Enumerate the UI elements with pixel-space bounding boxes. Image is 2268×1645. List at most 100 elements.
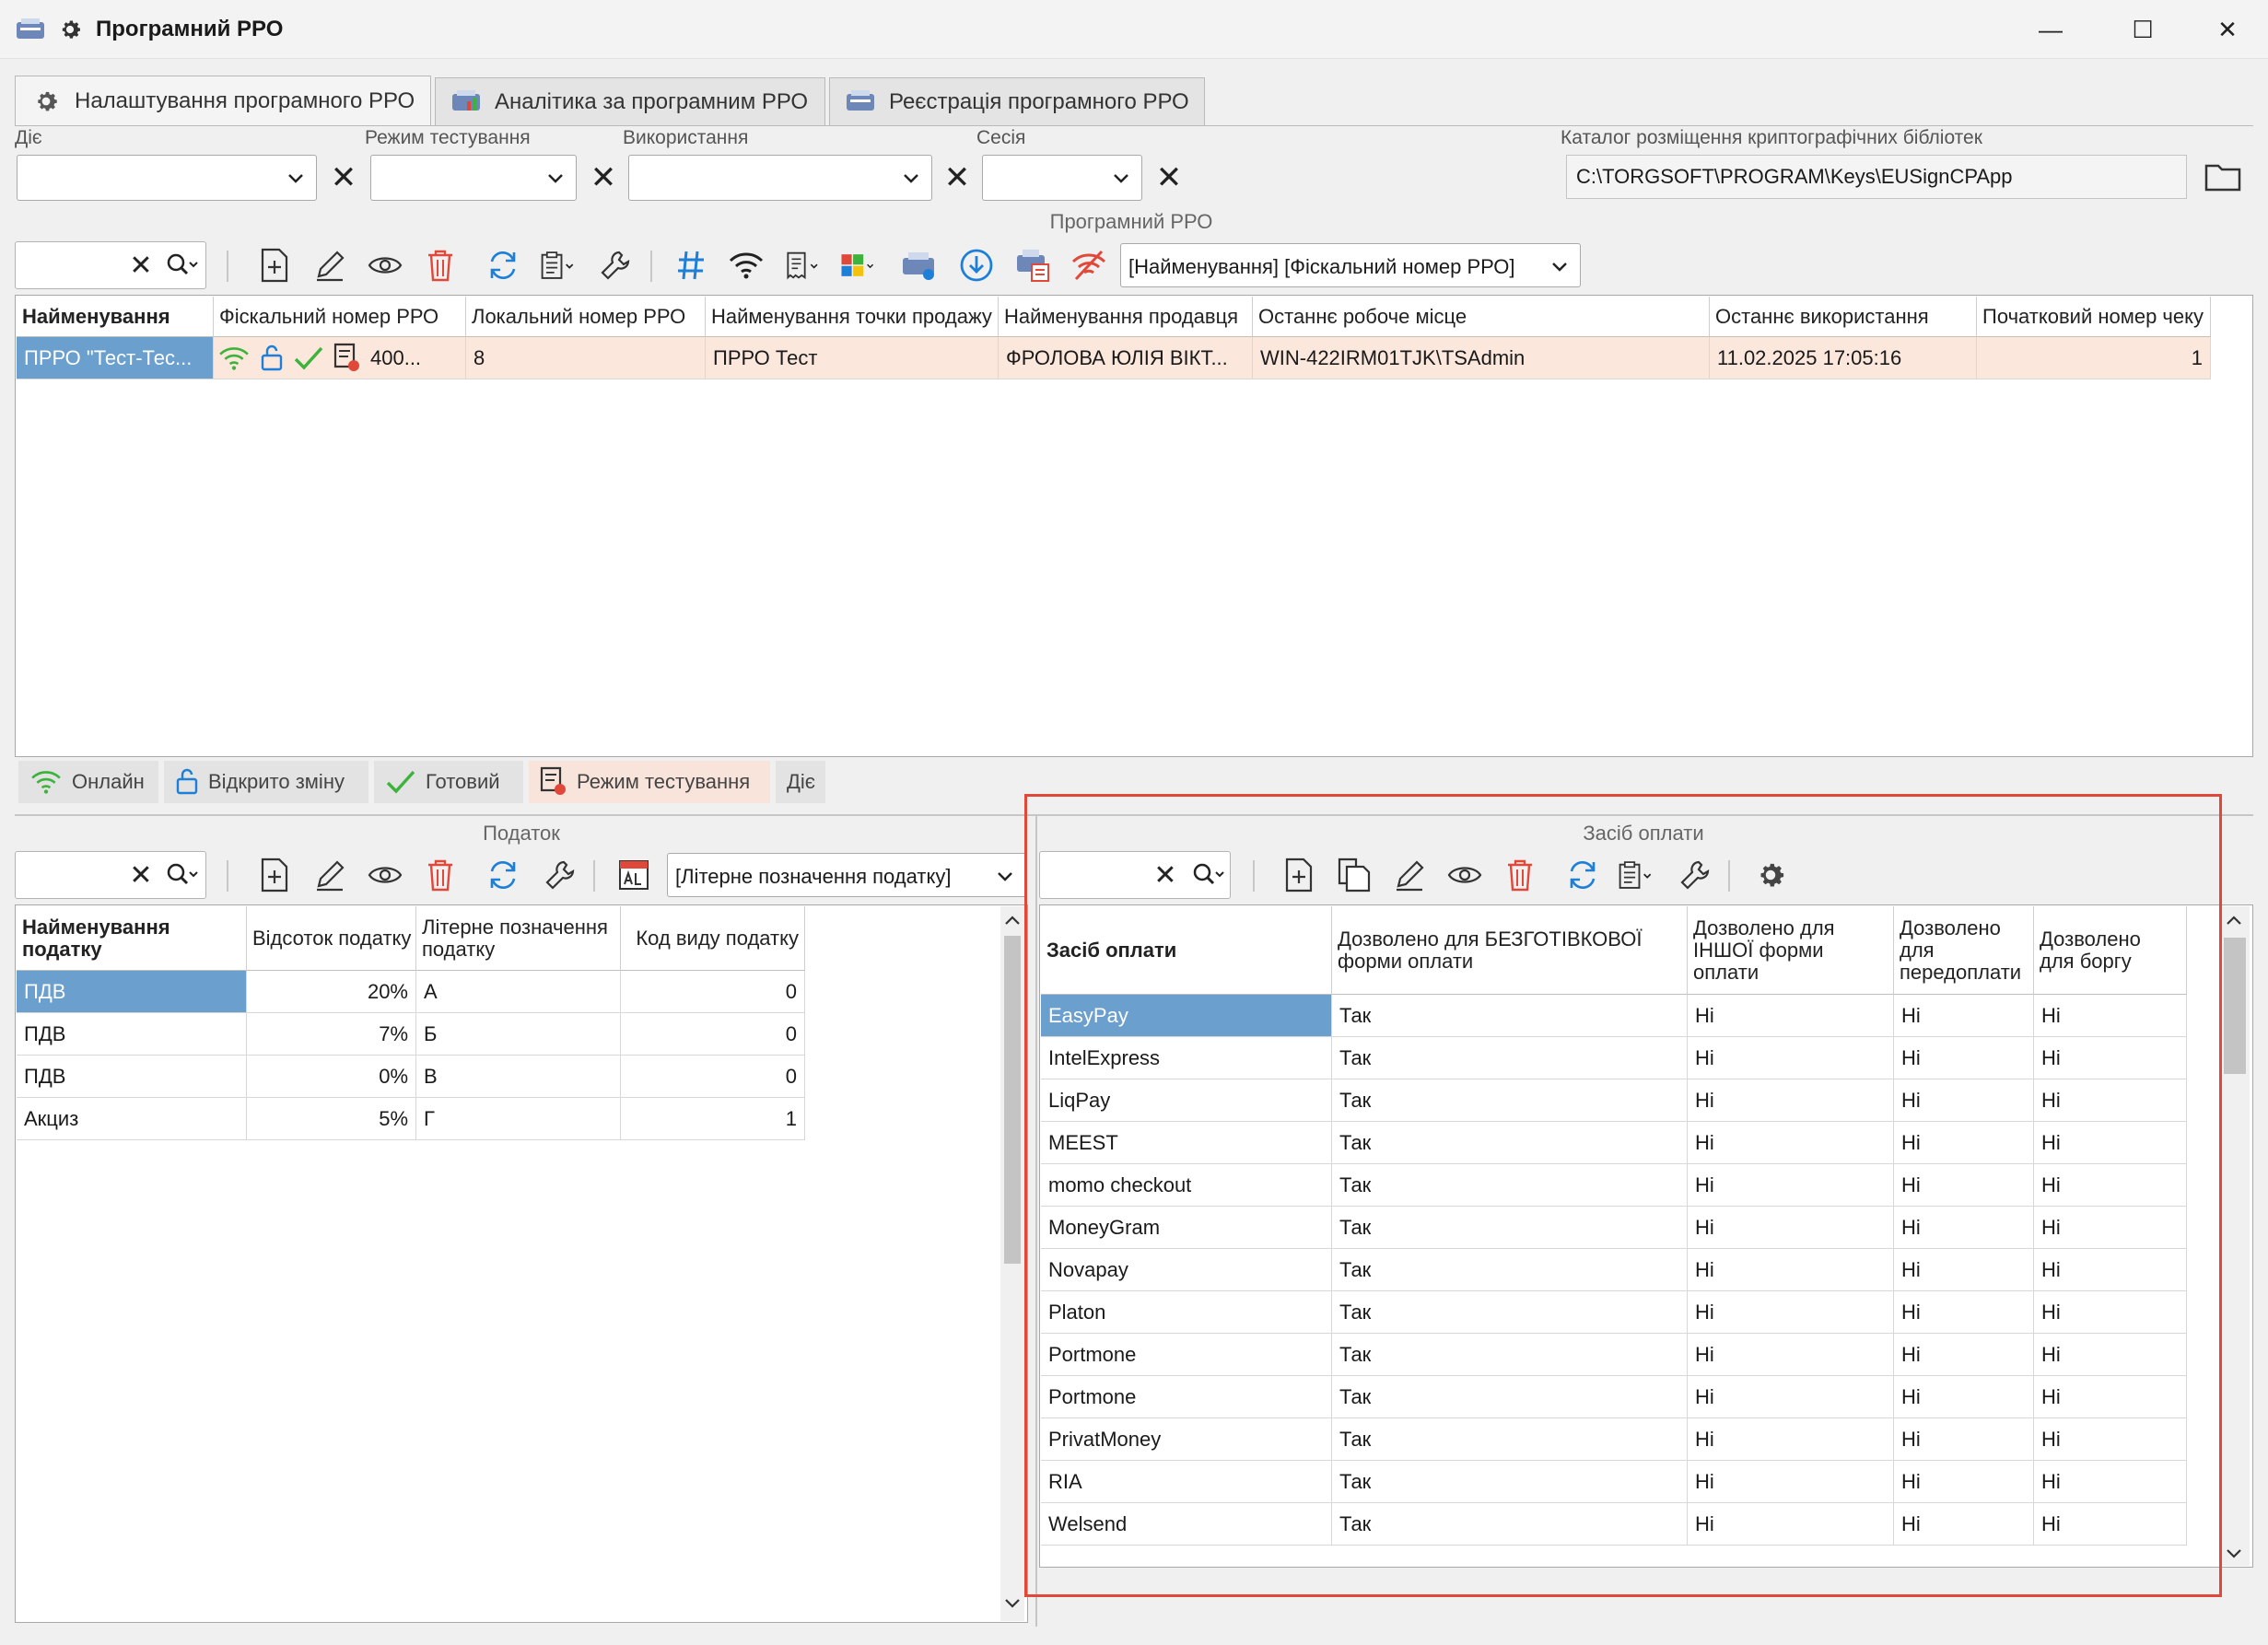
table-row-cell-debt[interactable]: Ні bbox=[2034, 1418, 2187, 1461]
table-row-cell-cashless[interactable]: Так bbox=[1332, 1164, 1688, 1207]
table-row-cell-payment-name[interactable]: Portmone bbox=[1041, 1376, 1332, 1418]
usage-filter-combo[interactable] bbox=[628, 155, 932, 201]
status-filter-combo[interactable] bbox=[17, 155, 317, 201]
table-row-cell-payment-name[interactable]: Portmone bbox=[1041, 1334, 1332, 1376]
receipt-menu-icon[interactable] bbox=[785, 247, 822, 284]
chevron-up-icon[interactable] bbox=[1002, 910, 1023, 934]
col-header-tax-pct[interactable]: Відсоток податку bbox=[247, 906, 416, 971]
table-row-cell-other[interactable]: Ні bbox=[1688, 1037, 1894, 1079]
table-row-cell-prepay[interactable]: Ні bbox=[1894, 1207, 2034, 1249]
table-row-cell-tax-name[interactable]: Акциз bbox=[17, 1098, 247, 1140]
table-row-cell-tax-pct[interactable]: 5% bbox=[247, 1098, 416, 1140]
table-row-cell-debt[interactable]: Ні bbox=[2034, 1334, 2187, 1376]
table-row-cell-other[interactable]: Ні bbox=[1688, 1376, 1894, 1418]
table-row-cell-prepay[interactable]: Ні bbox=[1894, 1418, 2034, 1461]
table-row-cell-start-receipt[interactable]: 1 bbox=[1977, 337, 2211, 379]
table-row-cell-payment-name[interactable]: momo checkout bbox=[1041, 1164, 1332, 1207]
table-row-cell-other[interactable]: Ні bbox=[1688, 1122, 1894, 1164]
table-row-cell-other[interactable]: Ні bbox=[1688, 1079, 1894, 1122]
col-header-debt[interactable]: Дозволено для боргу bbox=[2034, 906, 2187, 995]
wifi-off-icon[interactable] bbox=[1070, 247, 1107, 284]
search-icon[interactable] bbox=[164, 247, 201, 284]
table-row-cell-payment-name[interactable]: Novapay bbox=[1041, 1249, 1332, 1291]
col-header-name[interactable]: Найменування bbox=[17, 297, 214, 337]
table-row-cell-cashless[interactable]: Так bbox=[1332, 1249, 1688, 1291]
table-row-cell-other[interactable]: Ні bbox=[1688, 1207, 1894, 1249]
table-row-cell-tax-pct[interactable]: 0% bbox=[247, 1056, 416, 1098]
table-row-cell-cashless[interactable]: Так bbox=[1332, 1122, 1688, 1164]
search-icon[interactable] bbox=[164, 857, 201, 893]
table-row-cell-tax-code[interactable]: 0 bbox=[621, 1056, 805, 1098]
table-row-cell-workplace[interactable]: WIN-422IRM01TJK\TSAdmin bbox=[1253, 337, 1710, 379]
printer-report-icon[interactable] bbox=[1015, 247, 1052, 284]
col-header-other[interactable]: Дозволено для ІНШОЇ форми оплати bbox=[1688, 906, 1894, 995]
add-document-icon[interactable] bbox=[256, 857, 293, 893]
gear-icon[interactable] bbox=[1752, 857, 1789, 893]
clear-test-mode-button[interactable]: ✕ bbox=[588, 155, 619, 201]
table-row-cell-cashless[interactable]: Так bbox=[1332, 1461, 1688, 1503]
clear-status-button[interactable]: ✕ bbox=[328, 155, 359, 201]
table-row-cell-cashless[interactable]: Так bbox=[1332, 1291, 1688, 1334]
table-row-cell-payment-name[interactable]: Platon bbox=[1041, 1291, 1332, 1334]
download-circle-icon[interactable] bbox=[958, 247, 995, 284]
table-row-cell-payment-name[interactable]: LiqPay bbox=[1041, 1079, 1332, 1122]
table-row-cell-tax-pct[interactable]: 7% bbox=[247, 1013, 416, 1056]
vertical-splitter[interactable] bbox=[1035, 816, 1037, 1627]
rro-sort-combo[interactable]: [Найменування] [Фіскальний номер РРО] bbox=[1120, 243, 1581, 287]
view-eye-icon[interactable] bbox=[367, 247, 403, 284]
table-row-cell-other[interactable]: Ні bbox=[1688, 1249, 1894, 1291]
table-row-cell-debt[interactable]: Ні bbox=[2034, 1249, 2187, 1291]
table-row-cell-tax-letter[interactable]: Б bbox=[416, 1013, 621, 1056]
table-row-cell-prepay[interactable]: Ні bbox=[1894, 1461, 2034, 1503]
table-row-cell-tax-code[interactable]: 0 bbox=[621, 971, 805, 1013]
maximize-button[interactable]: ☐ bbox=[2115, 7, 2170, 52]
minimize-button[interactable]: — bbox=[2023, 7, 2078, 52]
table-row-cell-tax-letter[interactable]: А bbox=[416, 971, 621, 1013]
tab-registration[interactable]: Реєстрація програмного РРО bbox=[829, 77, 1205, 125]
table-row-cell-last-used[interactable]: 11.02.2025 17:05:16 bbox=[1710, 337, 1977, 379]
table-row-cell-debt[interactable]: Ні bbox=[2034, 1037, 2187, 1079]
col-header-seller[interactable]: Найменування продавця bbox=[999, 297, 1253, 337]
edit-pencil-icon[interactable] bbox=[311, 857, 348, 893]
table-row-cell-prepay[interactable]: Ні bbox=[1894, 1037, 2034, 1079]
color-palette-menu-icon[interactable] bbox=[840, 247, 877, 284]
table-row-cell-prepay[interactable]: Ні bbox=[1894, 1122, 2034, 1164]
table-row-cell-prepay[interactable]: Ні bbox=[1894, 1376, 2034, 1418]
table-row-cell-cashless[interactable]: Так bbox=[1332, 995, 1688, 1037]
clear-search-button[interactable]: ✕ bbox=[125, 243, 157, 289]
copy-icon[interactable] bbox=[1336, 857, 1373, 893]
add-document-icon[interactable] bbox=[256, 247, 293, 284]
tab-settings[interactable]: Налаштування програмного РРО bbox=[15, 76, 431, 125]
col-header-cashless[interactable]: Дозволено для БЕЗГОТІВКОВОЇ форми оплати bbox=[1332, 906, 1688, 995]
table-row-cell-debt[interactable]: Ні bbox=[2034, 1079, 2187, 1122]
table-row-cell-cashless[interactable]: Так bbox=[1332, 1503, 1688, 1546]
chevron-down-icon[interactable] bbox=[1002, 1593, 1023, 1617]
table-row-cell-payment-name[interactable]: IntelExpress bbox=[1041, 1037, 1332, 1079]
col-header-tax-code[interactable]: Код виду податку bbox=[621, 906, 805, 971]
col-header-tax-name[interactable]: Найменування податку bbox=[17, 906, 247, 971]
table-row-cell-prepay[interactable]: Ні bbox=[1894, 1164, 2034, 1207]
auto-calendar-icon[interactable] bbox=[617, 857, 654, 893]
refresh-icon[interactable] bbox=[1564, 857, 1601, 893]
table-row-cell-prepay[interactable]: Ні bbox=[1894, 1334, 2034, 1376]
session-filter-combo[interactable] bbox=[982, 155, 1142, 201]
chevron-up-icon[interactable] bbox=[2224, 910, 2244, 934]
close-button[interactable]: ✕ bbox=[2200, 7, 2255, 52]
table-row-cell-payment-name[interactable]: RIA bbox=[1041, 1461, 1332, 1503]
clear-usage-button[interactable]: ✕ bbox=[941, 155, 973, 201]
chevron-down-icon[interactable] bbox=[2224, 1544, 2244, 1568]
table-row-cell-debt[interactable]: Ні bbox=[2034, 1503, 2187, 1546]
wrench-icon[interactable] bbox=[542, 857, 579, 893]
table-row-cell-point[interactable]: ПРРО Тест bbox=[706, 337, 999, 379]
table-row-cell-tax-name[interactable]: ПДВ bbox=[17, 971, 247, 1013]
table-row-cell-payment-name[interactable]: EasyPay bbox=[1041, 995, 1332, 1037]
table-row-cell-cashless[interactable]: Так bbox=[1332, 1079, 1688, 1122]
col-header-prepay[interactable]: Дозволено для передоплати bbox=[1894, 906, 2034, 995]
table-row-cell-seller[interactable]: ФРОЛОВА ЮЛІЯ ВІКТ... bbox=[999, 337, 1253, 379]
refresh-icon[interactable] bbox=[485, 857, 521, 893]
table-row-cell-debt[interactable]: Ні bbox=[2034, 1376, 2187, 1418]
table-row-cell-other[interactable]: Ні bbox=[1688, 1461, 1894, 1503]
table-row-cell-prepay[interactable]: Ні bbox=[1894, 1291, 2034, 1334]
table-row-cell-payment-name[interactable]: MEEST bbox=[1041, 1122, 1332, 1164]
clear-session-button[interactable]: ✕ bbox=[1153, 155, 1185, 201]
